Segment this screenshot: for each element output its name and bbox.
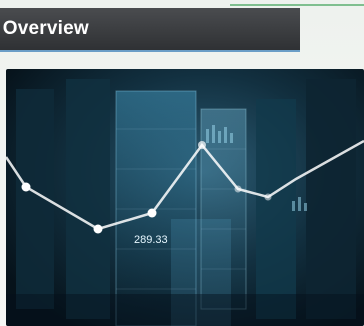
title-bar: et Overview bbox=[0, 8, 300, 52]
trend-point bbox=[264, 193, 272, 201]
hero-image: 289.33 bbox=[6, 69, 364, 326]
trend-point bbox=[147, 208, 157, 218]
trend-point bbox=[234, 185, 242, 193]
page-frame: et Overview bbox=[0, 0, 364, 326]
trend-point bbox=[21, 182, 31, 192]
trend-point bbox=[198, 141, 206, 149]
accent-line bbox=[230, 4, 364, 6]
bg-panel bbox=[66, 79, 110, 319]
bg-panel bbox=[306, 79, 356, 319]
page-title: et Overview bbox=[0, 18, 89, 39]
vignette bbox=[6, 294, 364, 326]
overlay-value: 289.33 bbox=[134, 234, 168, 246]
hero-chart-illustration: 289.33 bbox=[6, 79, 364, 326]
bg-panel bbox=[256, 99, 296, 319]
trend-point bbox=[93, 224, 103, 234]
